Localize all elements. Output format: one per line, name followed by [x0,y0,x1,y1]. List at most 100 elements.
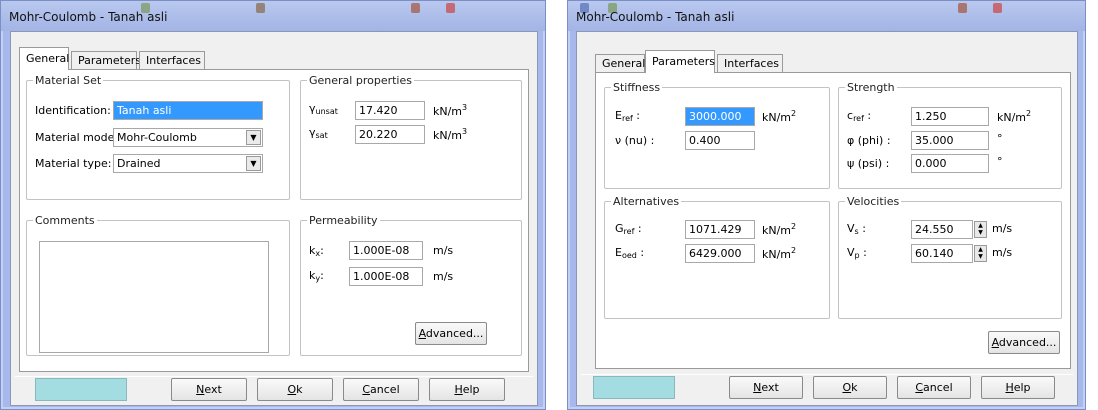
eref-input[interactable] [685,107,755,126]
background-decoration [446,3,455,13]
selected-value: Mohr-Coulomb [117,131,197,144]
gamma-unsat-input[interactable] [355,101,425,120]
identification-label: Identification: [35,104,111,117]
spin-up-icon[interactable]: ▲ [975,222,986,229]
gamma-sat-label: γsat [309,126,328,140]
cref-label: cref : [847,109,872,123]
title-bar[interactable]: Mohr-Coulomb - Tanah asli [1,1,545,31]
footer-separator [581,374,1073,375]
background-decoration [958,3,967,13]
selected-value: Drained [117,157,161,170]
material-type-label: Material type: [35,157,112,170]
nu-label: ν (nu) : [615,134,655,147]
dialog-client-area: General Parameters Interfaces Material S… [10,31,538,406]
group-title: General properties [309,74,412,87]
tab-interfaces[interactable]: Interfaces [139,51,205,69]
cancel-button[interactable]: Cancel [897,376,971,399]
material-model-select[interactable]: Mohr-Coulomb ▼ [113,128,263,147]
permeability-group: Permeability kx: m/s ky: m/s Advanced... [300,214,522,356]
mnemonic: O [842,381,852,394]
button-label: ext [761,381,779,394]
dialog-client-area: General Parameters Interfaces Stiffness … [576,31,1078,406]
unit-label: m/s [433,244,454,257]
material-color-box[interactable] [35,378,127,401]
chevron-down-icon[interactable]: ▼ [246,156,261,171]
vs-label: Vs : [847,222,866,236]
unit-label: m/s [433,270,454,283]
kx-input[interactable] [349,241,423,260]
title-bar[interactable]: Mohr-Coulomb - Tanah asli [568,1,1085,31]
tab-parameters[interactable]: Parameters [645,50,715,73]
mnemonic: A [991,336,999,349]
vs-spinner[interactable]: ▲ ▼ [974,221,987,238]
next-button[interactable]: Next [729,376,803,399]
e-subscript: ref [621,114,633,123]
group-title: Stiffness [613,81,661,94]
unit-label: kN/m2 [762,246,796,261]
identification-input[interactable] [113,101,263,120]
spin-up-icon[interactable]: ▲ [975,246,986,253]
unit-label: kN/m2 [997,109,1031,124]
material-set-group: Material Set Identification: Material mo… [26,74,290,200]
k-subscript: y [315,274,321,283]
spin-down-icon[interactable]: ▼ [975,229,986,236]
vs-input[interactable] [911,220,973,239]
tab-general[interactable]: General [595,54,645,72]
tab-interfaces[interactable]: Interfaces [717,54,783,72]
comments-textarea[interactable] [39,241,269,353]
material-type-select[interactable]: Drained ▼ [113,154,263,173]
unit-label: kN/m3 [433,103,467,118]
eref-label: Eref : [615,109,641,123]
gref-label: Gref : [615,222,642,236]
advanced-button[interactable]: Advanced... [988,331,1060,354]
unit-text: kN/m [762,111,792,124]
gamma-subscript: unsat [315,107,338,116]
gamma-sat-input[interactable] [355,125,425,144]
ok-button[interactable]: Ok [813,376,887,399]
background-decoration [256,3,265,13]
tab-general[interactable]: General [19,47,69,70]
help-button[interactable]: Help [429,378,505,401]
next-button[interactable]: Next [171,378,247,401]
strength-group: Strength cref : kN/m2 φ (phi) : ° ψ (psi… [838,81,1062,189]
button-label: elp [462,383,480,396]
spin-down-icon[interactable]: ▼ [975,253,986,260]
kx-label: kx: [309,244,324,258]
mnemonic: C [915,381,924,394]
gamma-unsat-label: γunsat [309,102,338,116]
degree-unit: ° [997,155,1003,168]
help-button[interactable]: Help [981,376,1055,399]
vp-input[interactable] [911,244,973,263]
velocities-group: Velocities Vs : ▲▼ m/s Vp : ▲▼ m/s [838,195,1062,319]
gref-input[interactable] [685,220,755,239]
unit-text: kN/m [762,248,792,261]
group-title: Alternatives [613,195,680,208]
button-label: ancel [370,383,400,396]
material-color-box[interactable] [593,376,675,399]
vp-spinner[interactable]: ▲ ▼ [974,245,987,262]
unit-exponent: 2 [791,246,797,255]
unit-exponent: 2 [1026,109,1032,118]
unit-text: kN/m [762,224,792,237]
advanced-button[interactable]: Advanced... [415,322,487,345]
cancel-button[interactable]: Cancel [343,378,419,401]
chevron-down-icon[interactable]: ▼ [246,130,261,145]
ok-button[interactable]: Ok [257,378,333,401]
unit-exponent: 2 [791,222,797,231]
psi-input[interactable] [911,154,989,173]
cref-input[interactable] [911,107,989,126]
nu-input[interactable] [685,131,755,150]
eoed-label: Eoed : [615,246,645,260]
tab-parameters[interactable]: Parameters [71,51,141,69]
mnemonic: O [287,383,297,396]
button-label: elp [1013,381,1031,394]
eoed-input[interactable] [685,244,755,263]
group-title: Comments [35,214,95,227]
button-label: dvanced... [998,336,1057,349]
phi-input[interactable] [911,131,989,150]
footer-separator [15,376,533,377]
v-symbol: V [847,222,855,235]
unit-label: m/s [992,222,1013,235]
ky-input[interactable] [349,267,423,286]
degree-unit: ° [997,132,1003,145]
